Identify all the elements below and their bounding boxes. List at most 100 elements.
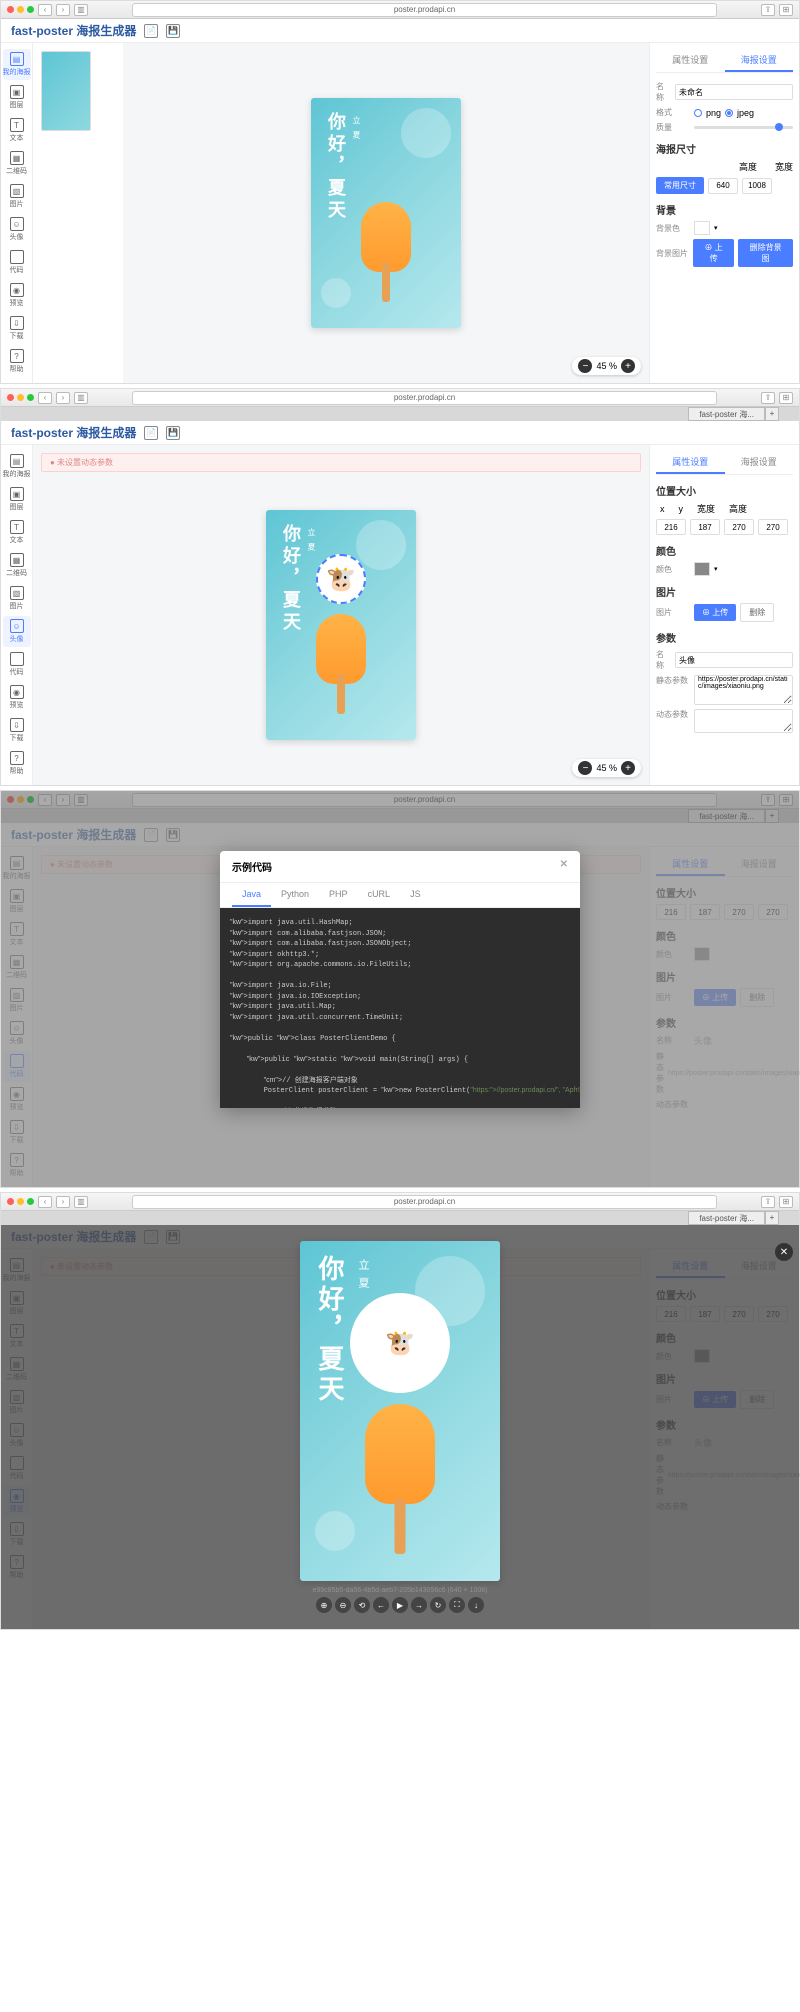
section-size: 海报尺寸 [656,141,793,156]
sidebar-item-9[interactable]: ?帮助 [3,346,31,377]
sidebar-item-2[interactable]: T文本 [3,517,31,548]
url-bar[interactable]: poster.prodapi.cn [132,391,717,405]
new-doc-icon[interactable]: 📄 [144,24,158,38]
quality-slider[interactable] [694,126,793,129]
preview-ctrl-1[interactable]: ⊖ [335,1597,351,1613]
screenshot-1: ‹ › ▥ poster.prodapi.cn ⇪ ⊞ fast-poster … [0,0,800,384]
param-name-input[interactable] [675,652,793,668]
sidebar-item-4[interactable]: ▧图片 [3,583,31,614]
sidebar-label: 二维码 [6,568,27,578]
tab-attributes[interactable]: 属性设置 [656,49,725,72]
sidebar-item-3[interactable]: ▦二维码 [3,550,31,581]
preview-ctrl-6[interactable]: ↻ [430,1597,446,1613]
save-icon[interactable]: 💾 [166,24,180,38]
sidebar-icon: ⇩ [10,718,24,732]
sidebar-item-6[interactable]: 代码 [3,247,31,278]
color-swatch[interactable] [694,562,710,576]
tab-attributes[interactable]: 属性设置 [656,451,725,474]
common-size-button[interactable]: 常用尺寸 [656,177,704,194]
name-input[interactable] [675,84,793,100]
preview-ctrl-7[interactable]: ⛶ [449,1597,465,1613]
sidebar-item-7[interactable]: ◉预览 [3,682,31,713]
forward-button[interactable]: › [56,4,70,16]
radio-png[interactable] [694,109,702,117]
code-tab-php[interactable]: PHP [319,883,358,907]
code-tab-java[interactable]: Java [232,883,271,907]
zoom-out-button[interactable]: − [578,761,592,775]
sidebar-icon: ⇩ [10,316,24,330]
dynamic-param-input[interactable] [694,709,793,733]
zoom-out-button[interactable]: − [578,359,592,373]
radio-jpeg[interactable] [725,109,733,117]
sidebar-toggle[interactable]: ▥ [74,4,88,16]
sidebar-item-1[interactable]: ▣图层 [3,484,31,515]
sidebar-icon: T [10,520,24,534]
width-input[interactable] [708,178,738,194]
upload-bg-button[interactable]: ⊕ 上传 [693,239,734,267]
w-input[interactable] [724,519,754,535]
preview-ctrl-8[interactable]: ↓ [468,1597,484,1613]
sidebar-item-1[interactable]: ▣图层 [3,82,31,113]
code-tab-js[interactable]: JS [400,883,431,907]
sidebar-label: 头像 [10,232,24,242]
h-input[interactable] [758,519,788,535]
bgcolor-swatch[interactable] [694,221,710,235]
code-block[interactable]: "kw">import java.util.HashMap; "kw">impo… [220,908,580,1108]
modal-overlay[interactable]: 示例代码✕ JavaPythonPHPcURLJS "kw">import ja… [1,791,799,1187]
preview-ctrl-3[interactable]: ← [373,1597,389,1613]
sidebar-item-2[interactable]: T文本 [3,115,31,146]
code-tab-curl[interactable]: cURL [358,883,401,907]
sidebar-icon: ◉ [10,283,24,297]
zoom-in-button[interactable]: + [621,359,635,373]
sidebar-item-5[interactable]: ☺头像 [3,616,31,647]
preview-ctrl-4[interactable]: ▶ [392,1597,408,1613]
poster-thumbnail[interactable] [41,51,91,131]
share-button[interactable]: ⇪ [761,4,775,16]
tab-poster-settings[interactable]: 海报设置 [725,451,794,474]
sidebar-item-8[interactable]: ⇩下载 [3,715,31,746]
sidebar-icon: ▦ [10,151,24,165]
x-input[interactable] [656,519,686,535]
sidebar-icon: ▧ [10,184,24,198]
warning-banner: ● 未设置动态参数 [41,453,641,472]
tabs-button[interactable]: ⊞ [779,4,793,16]
preview-ctrl-5[interactable]: → [411,1597,427,1613]
upload-image-button[interactable]: ⊕ 上传 [694,604,736,621]
new-doc-icon[interactable]: 📄 [144,426,158,440]
sidebar-label: 图片 [10,601,24,611]
save-icon[interactable]: 💾 [166,426,180,440]
tab-poster-settings[interactable]: 海报设置 [725,49,794,72]
static-param-input[interactable]: https://poster.prodapi.cn/static/images/… [694,675,793,705]
modal-close[interactable]: ✕ [560,859,568,874]
preview-ctrl-0[interactable]: ⊕ [316,1597,332,1613]
clear-bg-button[interactable]: 删除背景图 [738,239,793,267]
preview-ctrl-2[interactable]: ⟲ [354,1597,370,1613]
canvas[interactable]: 你好，夏天 立 夏 − 45 % + [123,43,649,383]
poster-preview[interactable]: 你好，夏天 立 夏 [311,98,461,328]
new-tab-button[interactable]: + [765,407,779,421]
sidebar-item-5[interactable]: ☺头像 [3,214,31,245]
sidebar-item-0[interactable]: ▤我的海报 [3,451,31,482]
sidebar-item-6[interactable]: 代码 [3,649,31,680]
preview-overlay[interactable]: ✕ 你好，夏天 立 夏 e99c85b5-da56-4b5d-aeb7-205b… [1,1225,799,1629]
code-tab-python[interactable]: Python [271,883,319,907]
sidebar-item-4[interactable]: ▧图片 [3,181,31,212]
avatar-element[interactable] [316,554,366,604]
poster-sub-text: 立 夏 [351,116,362,140]
sidebar-item-8[interactable]: ⇩下载 [3,313,31,344]
preview-close-button[interactable]: ✕ [775,1243,793,1261]
sidebar-item-3[interactable]: ▦二维码 [3,148,31,179]
browser-tab[interactable]: fast-poster 海... [688,407,765,421]
back-button[interactable]: ‹ [38,4,52,16]
canvas[interactable]: ● 未设置动态参数 你好，夏天 立 夏 − 45 % + [33,445,649,785]
screenshot-4: ‹›▥ poster.prodapi.cn ⇪⊞ fast-poster 海..… [0,1192,800,1630]
sidebar-item-7[interactable]: ◉预览 [3,280,31,311]
y-input[interactable] [690,519,720,535]
sidebar-item-9[interactable]: ?帮助 [3,748,31,779]
zoom-in-button[interactable]: + [621,761,635,775]
url-bar[interactable]: poster.prodapi.cn [132,3,717,17]
delete-image-button[interactable]: 删除 [740,603,774,622]
height-input[interactable] [742,178,772,194]
sidebar-item-0[interactable]: ▤我的海报 [3,49,31,80]
sidebar-label: 图层 [10,100,24,110]
